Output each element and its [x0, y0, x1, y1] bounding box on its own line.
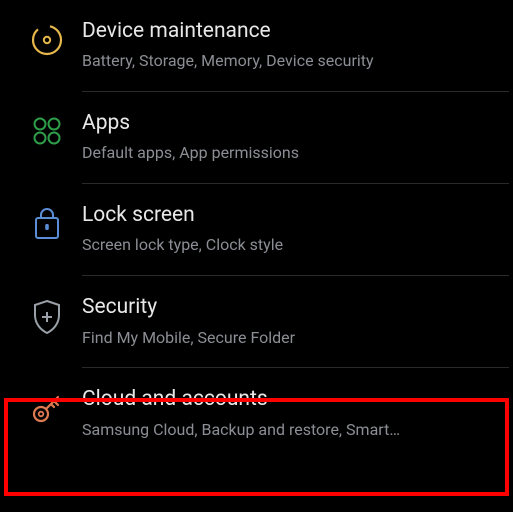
item-subtitle: Samsung Cloud, Backup and restore, Smart… — [82, 420, 501, 441]
lock-icon — [12, 202, 82, 242]
item-subtitle: Battery, Storage, Memory, Device securit… — [82, 51, 501, 72]
settings-item-security[interactable]: Security Find My Mobile, Secure Folder — [0, 276, 513, 368]
settings-item-apps[interactable]: Apps Default apps, App permissions — [0, 92, 513, 184]
settings-item-lock-screen[interactable]: Lock screen Screen lock type, Clock styl… — [0, 184, 513, 276]
item-subtitle: Find My Mobile, Secure Folder — [82, 328, 501, 349]
settings-item-device-maintenance[interactable]: Device maintenance Battery, Storage, Mem… — [0, 0, 513, 92]
item-subtitle: Default apps, App permissions — [82, 143, 501, 164]
key-icon — [12, 386, 82, 426]
item-title: Device maintenance — [82, 18, 501, 45]
device-maintenance-icon — [12, 18, 82, 58]
item-title: Security — [82, 294, 501, 321]
item-title: Lock screen — [82, 202, 501, 229]
item-title: Cloud and accounts — [82, 386, 501, 413]
item-title: Apps — [82, 110, 501, 137]
shield-icon — [12, 294, 82, 336]
apps-icon — [12, 110, 82, 148]
settings-list: Device maintenance Battery, Storage, Mem… — [0, 0, 513, 512]
settings-item-cloud-accounts[interactable]: Cloud and accounts Samsung Cloud, Backup… — [0, 368, 513, 460]
item-subtitle: Screen lock type, Clock style — [82, 235, 501, 256]
